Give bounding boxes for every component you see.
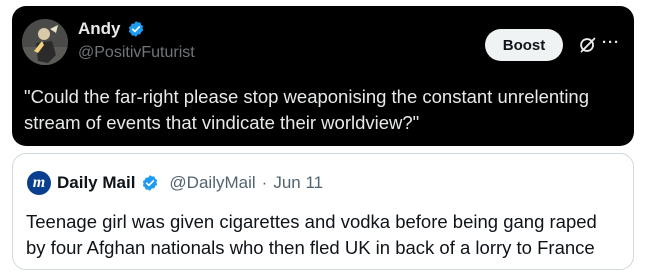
separator-dot: · [261,173,268,192]
verified-badge-icon [127,20,145,38]
boost-button[interactable]: Boost [485,29,563,61]
main-post[interactable]: Andy @PositivFuturist Boost ··· "Could t… [12,6,634,146]
quoted-post-date: Jun 11 [273,173,324,192]
grok-icon[interactable] [577,34,599,56]
author-handle[interactable]: @PositivFuturist [78,44,195,62]
quoted-author-handle: @DailyMail [169,173,256,192]
post-text: "Could the far-right please stop weaponi… [24,86,590,133]
daily-mail-logo[interactable]: m [27,171,51,195]
quoted-post[interactable]: m Daily Mail @DailyMail · Jun 11 Teenage… [12,153,634,270]
avatar[interactable] [22,19,68,65]
verified-badge-icon [141,174,159,192]
quoted-post-text: Teenage girl was given cigarettes and vo… [26,211,597,258]
quoted-author-name: Daily Mail [57,173,136,192]
author-name[interactable]: Andy [78,19,121,39]
more-icon[interactable]: ··· [602,33,620,53]
